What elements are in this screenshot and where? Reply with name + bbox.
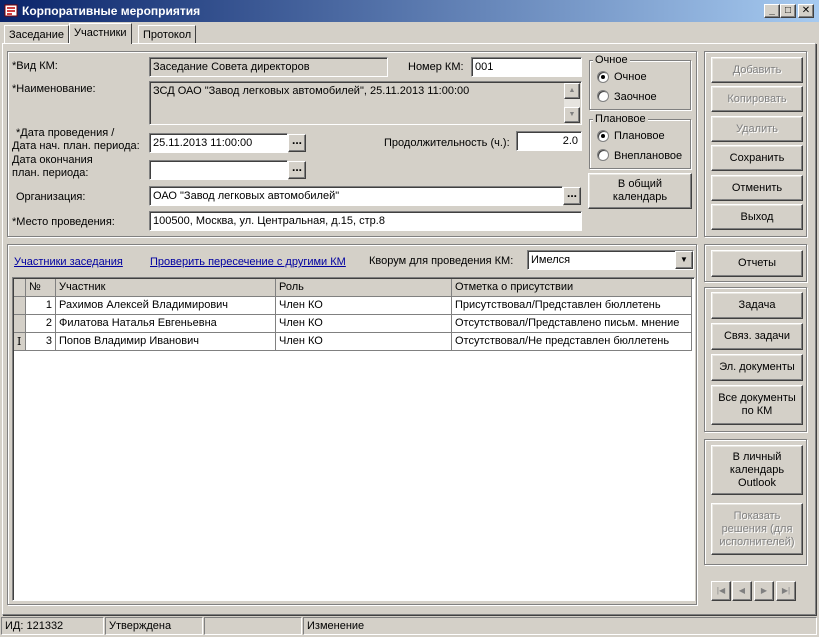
linked-tasks-button[interactable]: Связ. задачи: [711, 323, 803, 350]
table-cell-participant[interactable]: Рахимов Алексей Владимирович: [56, 297, 276, 315]
window-title: Корпоративные мероприятия: [22, 4, 201, 18]
quorum-dropdown-icon[interactable]: ▼: [675, 251, 693, 269]
quorum-label: Кворум для проведения КМ:: [369, 255, 514, 267]
date-end-picker-button[interactable]: ...: [288, 161, 306, 179]
cancel-button[interactable]: Отменить: [711, 175, 803, 201]
table-cell-role[interactable]: Член КО: [276, 315, 452, 333]
naimenovanie-scrollbar[interactable]: ▲ ▼: [564, 83, 580, 123]
table-cell-mark[interactable]: Отсутствовал/Не представлен бюллетень: [452, 333, 692, 351]
naimenovanie-field[interactable]: ЗСД ОАО "Завод легковых автомобилей", 25…: [149, 81, 582, 125]
add-button[interactable]: Добавить: [711, 57, 803, 83]
group-planovoe-title: Плановое: [593, 113, 648, 125]
table-cell-role[interactable]: Член КО: [276, 297, 452, 315]
quorum-select[interactable]: Имелся: [527, 250, 694, 270]
tab-zasedanie[interactable]: Заседание: [4, 25, 70, 44]
check-overlap-link[interactable]: Проверить пересечение с другими КМ: [150, 256, 346, 268]
org-label: Организация:: [16, 191, 86, 203]
table-cell-participant[interactable]: Филатова Наталья Евгеньевна: [56, 315, 276, 333]
org-picker-button[interactable]: ...: [563, 187, 581, 205]
status-mode: Изменение: [303, 617, 817, 635]
radio-planovoe[interactable]: [597, 130, 609, 142]
table-row-indicator[interactable]: [14, 297, 26, 315]
exit-button[interactable]: Выход: [711, 204, 803, 230]
quorum-value: Имелся: [531, 254, 571, 266]
reports-button[interactable]: Отчеты: [711, 250, 803, 277]
duration-label: Продолжительность (ч.):: [384, 137, 510, 149]
table-cell-num[interactable]: 1: [26, 297, 56, 315]
save-button[interactable]: Сохранить: [711, 145, 803, 171]
delete-button[interactable]: Удалить: [711, 116, 803, 142]
end-label-line2: план. периода:: [12, 167, 89, 179]
show-decisions-button[interactable]: Показать решения (для исполнителей): [711, 503, 803, 555]
table-cell-mark[interactable]: Присутствовал/Представлен бюллетень: [452, 297, 692, 315]
participants-link[interactable]: Участники заседания: [14, 256, 123, 268]
radio-ochnoe-label: Очное: [614, 71, 647, 83]
table-header-num[interactable]: №: [26, 279, 56, 297]
date-label-line1: *Дата проведения /: [16, 127, 115, 139]
outlook-calendar-button[interactable]: В личный календарь Outlook: [711, 445, 803, 495]
copy-button[interactable]: Копировать: [711, 86, 803, 112]
participants-table[interactable]: № Участник Роль Отметка о присутствии 1 …: [12, 277, 695, 601]
title-bar: Корпоративные мероприятия _ □ ✕: [0, 0, 819, 22]
table-header-indicator: [14, 279, 26, 297]
table-cell-num[interactable]: 3: [26, 333, 56, 351]
nomer-km-label: Номер КМ:: [408, 61, 464, 73]
maximize-button[interactable]: □: [780, 4, 796, 18]
status-state: Утверждена: [105, 617, 203, 635]
place-label: *Место проведения:: [12, 216, 115, 228]
minimize-button[interactable]: _: [764, 4, 780, 18]
nav-last-icon[interactable]: ▶|: [776, 581, 796, 601]
radio-zaochnoe-label: Заочное: [614, 91, 657, 103]
nav-first-icon[interactable]: |◀: [711, 581, 731, 601]
table-header-role[interactable]: Роль: [276, 279, 452, 297]
app-icon: [4, 4, 18, 17]
table-row-indicator[interactable]: I: [14, 333, 26, 351]
status-empty: [204, 617, 302, 635]
radio-vneplanovoe[interactable]: [597, 149, 609, 161]
date-label-line2: Дата нач. план. периода:: [12, 140, 140, 152]
close-button[interactable]: ✕: [798, 4, 814, 18]
table-cell-role[interactable]: Член КО: [276, 333, 452, 351]
group-ochnoe-title: Очное: [593, 54, 630, 66]
table-header-participant[interactable]: Участник: [56, 279, 276, 297]
el-documents-button[interactable]: Эл. документы: [711, 354, 803, 381]
end-label-line1: Дата окончания: [12, 154, 93, 166]
date-start-picker-button[interactable]: ...: [288, 134, 306, 152]
scroll-down-icon[interactable]: ▼: [564, 107, 580, 123]
date-end-field[interactable]: [149, 160, 288, 180]
table-cell-num[interactable]: 2: [26, 315, 56, 333]
vid-km-label: *Вид КМ:: [12, 60, 58, 72]
radio-vneplanovoe-label: Внеплановое: [614, 150, 683, 162]
naimenovanie-label: *Наименование:: [12, 83, 96, 95]
general-calendar-button[interactable]: В общий календарь: [588, 173, 692, 209]
vid-km-field[interactable]: Заседание Совета директоров: [149, 57, 388, 77]
duration-field[interactable]: 2.0: [516, 131, 582, 151]
nomer-km-field[interactable]: 001: [471, 57, 582, 77]
radio-zaochnoe[interactable]: [597, 90, 609, 102]
radio-planovoe-label: Плановое: [614, 130, 665, 142]
tab-protokol[interactable]: Протокол: [138, 25, 197, 44]
table-row-indicator[interactable]: [14, 315, 26, 333]
tab-uchastniki[interactable]: Участники: [69, 23, 132, 44]
table-header-mark[interactable]: Отметка о присутствии: [452, 279, 692, 297]
all-documents-button[interactable]: Все документы по КМ: [711, 385, 803, 425]
table-cell-participant[interactable]: Попов Владимир Иванович: [56, 333, 276, 351]
place-field[interactable]: 100500, Москва, ул. Центральная, д.15, с…: [149, 211, 582, 231]
status-id: ИД: 121332: [1, 617, 104, 635]
nav-next-icon[interactable]: ▶: [754, 581, 774, 601]
table-cell-mark[interactable]: Отсутствовал/Представлено письм. мнение: [452, 315, 692, 333]
task-button[interactable]: Задача: [711, 292, 803, 319]
scroll-up-icon[interactable]: ▲: [564, 83, 580, 99]
date-start-field[interactable]: 25.11.2013 11:00:00: [149, 133, 288, 153]
radio-ochnoe[interactable]: [597, 71, 609, 83]
org-field[interactable]: ОАО "Завод легковых автомобилей": [149, 186, 563, 206]
nav-prev-icon[interactable]: ◀: [732, 581, 752, 601]
